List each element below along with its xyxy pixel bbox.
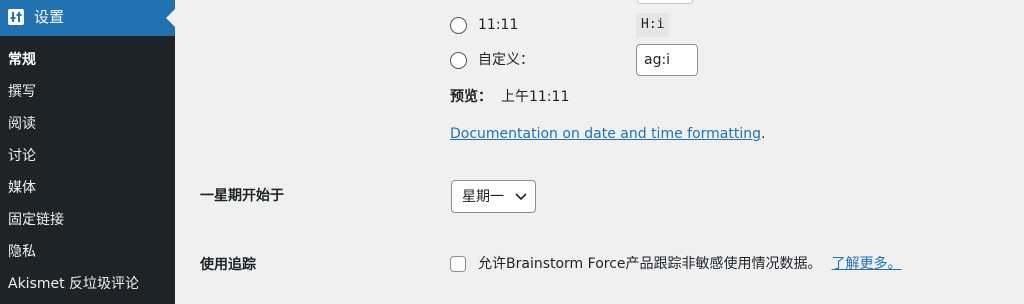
time-format-code: H:i xyxy=(636,13,670,37)
admin-sidebar: 设置 常规 撰写 阅读 讨论 媒体 固定链接 隐私 Akismet 反垃圾评论 xyxy=(0,0,175,304)
preview-label: 预览： xyxy=(450,89,492,105)
usage-tracking-label: 使用追踪 xyxy=(200,257,256,273)
current-menu-pointer xyxy=(166,9,175,27)
week-start-select[interactable]: 星期一 xyxy=(451,180,536,213)
submenu-item-akismet[interactable]: Akismet 反垃圾评论 xyxy=(0,268,175,300)
doc-link-suffix: . xyxy=(761,126,766,142)
submenu-item-general[interactable]: 常规 xyxy=(0,44,175,76)
date-time-doc-link[interactable]: Documentation on date and time formattin… xyxy=(450,126,761,142)
previous-field-edge xyxy=(637,0,693,4)
settings-sliders-icon xyxy=(8,9,24,25)
week-start-label: 一星期开始于 xyxy=(200,188,284,204)
submenu-item-permalinks[interactable]: 固定链接 xyxy=(0,204,175,236)
time-format-radio-1[interactable] xyxy=(450,17,467,34)
submenu-item-writing[interactable]: 撰写 xyxy=(0,76,175,108)
doc-link-line: Documentation on date and time formattin… xyxy=(450,124,765,144)
time-format-radio-custom[interactable] xyxy=(450,52,467,69)
settings-submenu: 常规 撰写 阅读 讨论 媒体 固定链接 隐私 Akismet 反垃圾评论 xyxy=(0,44,175,300)
usage-tracking-text: 允许Brainstorm Force产品跟踪非敏感使用情况数据。 了解更多。 xyxy=(478,254,902,274)
chevron-down-icon xyxy=(515,193,527,201)
sidebar-menu-settings[interactable]: 设置 xyxy=(0,0,175,36)
time-format-option-label: 11:11 xyxy=(478,17,519,33)
submenu-item-discussion[interactable]: 讨论 xyxy=(0,140,175,172)
settings-main: 11:11 H:i 自定义： ag:i 预览： 上午11:11 Document… xyxy=(175,0,1024,304)
time-format-custom-input[interactable]: ag:i xyxy=(636,44,698,76)
submenu-item-reading[interactable]: 阅读 xyxy=(0,108,175,140)
usage-tracking-checkbox-label: 允许Brainstorm Force产品跟踪非敏感使用情况数据。 xyxy=(478,256,822,272)
learn-more-link[interactable]: 了解更多。 xyxy=(832,256,902,272)
week-start-selected: 星期一 xyxy=(462,189,504,205)
sidebar-menu-settings-label: 设置 xyxy=(34,8,65,26)
submenu-item-media[interactable]: 媒体 xyxy=(0,172,175,204)
preview-value: 上午11:11 xyxy=(501,89,570,105)
usage-tracking-checkbox[interactable] xyxy=(450,256,466,272)
time-format-custom-label: 自定义： xyxy=(478,52,534,68)
submenu-item-privacy[interactable]: 隐私 xyxy=(0,236,175,268)
